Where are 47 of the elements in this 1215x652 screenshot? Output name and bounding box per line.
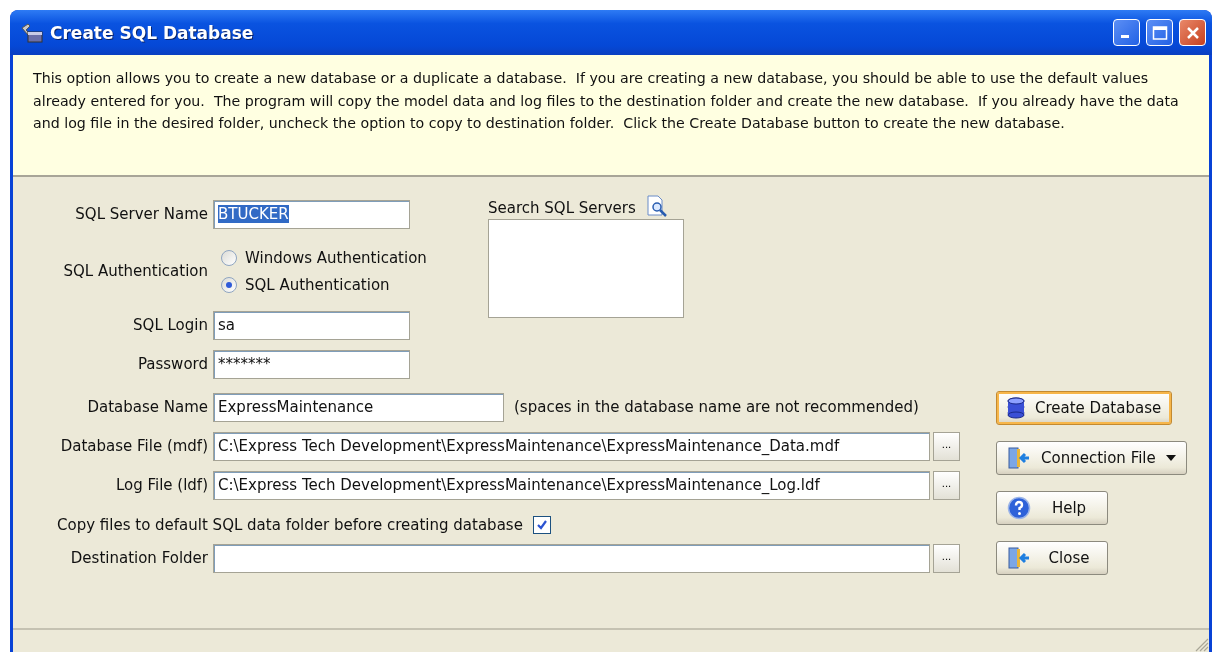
- field-label: SQL Login: [132, 316, 208, 334]
- caret-icon: [1165, 455, 1176, 461]
- help-icon: [1007, 496, 1031, 520]
- minimize-button[interactable]: [1113, 19, 1140, 46]
- maximize-button[interactable]: [1146, 19, 1173, 46]
- window-title: Create SQL Database: [50, 22, 255, 43]
- action-button[interactable]: Help: [996, 491, 1108, 525]
- text-field[interactable]: C:\Express Tech Development\ExpressMaintenance\ExpressMaintenance_Data.mdf: [213, 431, 930, 461]
- text-field[interactable]: *******: [213, 349, 410, 379]
- checkmark-icon: [535, 518, 548, 531]
- minimize-icon: [1121, 35, 1129, 38]
- resize-grip-icon: [1193, 636, 1209, 652]
- action-button[interactable]: Connection File: [996, 441, 1187, 475]
- text-field[interactable]: BTUCKER: [213, 199, 410, 229]
- browse-button[interactable]: ...: [933, 431, 960, 461]
- browse-button[interactable]: ...: [933, 470, 960, 500]
- wrench-icon: [20, 21, 44, 44]
- field-label: Password: [136, 355, 208, 373]
- text-field[interactable]: ExpressMaintenance: [213, 392, 504, 422]
- info-text: This option allows you to create a new database or a duplicate a database. If you are creating a new database, you should be able to use the default values already entered for you. The program will copy the model data and log files to the destination folder and create the new database. If you already have the data and log file in the desired folder, uncheck the option to copy to destination folder. Click the Create Database button to create the new database.: [13, 55, 1209, 177]
- close-button[interactable]: [1179, 19, 1206, 46]
- close-icon: [1184, 24, 1201, 41]
- field-label: SQL Server Name: [74, 205, 208, 223]
- hint-text: (spaces in the database name are not recommended): [514, 398, 919, 416]
- radio-label[interactable]: Windows Authentication: [245, 248, 427, 267]
- radio-label[interactable]: SQL Authentication: [245, 275, 390, 294]
- field-label: Destination Folder: [69, 549, 208, 567]
- checkbox-label: Copy files to default SQL data folder before creating database: [57, 515, 523, 534]
- field-label: SQL Authentication: [62, 262, 208, 280]
- field-label: Database Name: [86, 398, 208, 416]
- text-field[interactable]: C:\Express Tech Development\ExpressMaintenance\ExpressMaintenance_Log.ldf: [213, 470, 930, 500]
- action-button[interactable]: Close: [996, 541, 1108, 575]
- search-icon[interactable]: [645, 195, 668, 217]
- field-label: Database File (mdf): [59, 437, 208, 455]
- database-icon: [1007, 396, 1025, 420]
- text-field[interactable]: sa: [213, 310, 410, 340]
- browse-button[interactable]: ...: [933, 543, 960, 573]
- checkbox[interactable]: [532, 515, 551, 534]
- radio-button[interactable]: [221, 276, 237, 293]
- door-icon: [1007, 446, 1031, 470]
- text-field[interactable]: [213, 543, 930, 573]
- field-label: Search SQL Servers: [488, 199, 636, 217]
- field-label: Log File (ldf): [114, 476, 208, 494]
- radio-button[interactable]: [221, 249, 237, 266]
- maximize-icon: [1151, 24, 1168, 41]
- action-button[interactable]: Create Database: [996, 391, 1173, 425]
- door-icon: [1007, 546, 1031, 570]
